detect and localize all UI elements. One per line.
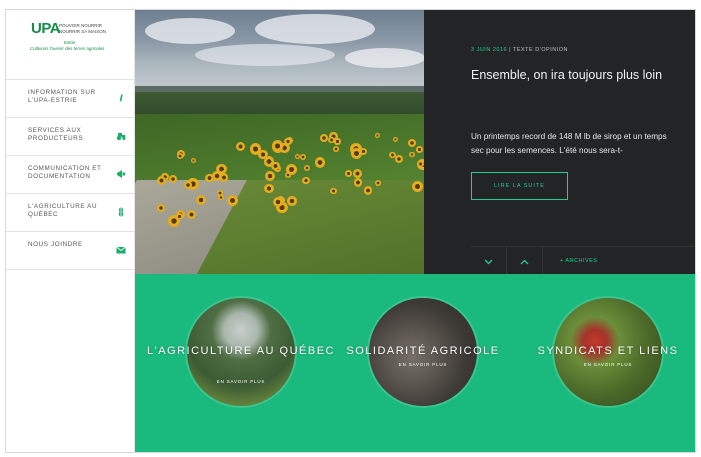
news-pager: + Archives [471, 246, 695, 275]
sunflower-head [375, 179, 382, 186]
read-more-button[interactable]: Lire la suite [471, 172, 568, 200]
sidebar: UPA POUVOIR NOURRIR NOURRIR SA MAISON Es… [6, 10, 135, 452]
megaphone-icon [116, 169, 126, 179]
logo-region: Estrie [64, 40, 76, 45]
archives-link[interactable]: + Archives [560, 247, 598, 275]
sunflower-head [417, 161, 424, 168]
sunflower-head [176, 213, 183, 220]
sidebar-item-label: Nous joindre [28, 241, 83, 248]
card-more-link[interactable]: En savoir plus [187, 379, 295, 384]
logo-mark: UPA [31, 20, 61, 37]
mail-icon [116, 245, 126, 255]
featured-links-section: L'agriculture au Québec En savoir plus S… [135, 274, 695, 452]
sidebar-item-communication[interactable]: Communication et documentation [6, 156, 134, 194]
sunflower-head [272, 196, 283, 207]
sunflower-head [265, 170, 276, 181]
card-more-link[interactable]: En savoir plus [554, 362, 662, 367]
sunflower-head [314, 157, 326, 168]
prev-news-button[interactable] [471, 247, 507, 275]
chevron-down-icon [484, 259, 493, 265]
sidebar-item-label: L'agriculture au Québec [28, 203, 98, 218]
sunflower-head [195, 195, 206, 205]
card-title: Solidarité agricole [346, 345, 500, 357]
sunflower-head [226, 194, 238, 206]
info-icon: 𝒊 [119, 93, 123, 103]
sunflower-head [302, 176, 310, 185]
sunflower-head [264, 183, 274, 194]
card-syndicats[interactable]: Syndicats et liens En savoir plus [538, 298, 677, 406]
sunflower-head [409, 152, 415, 158]
hero-cloud [345, 48, 424, 68]
sunflower-head [287, 196, 297, 207]
sunflower-head [411, 180, 423, 192]
card-more-link[interactable]: En savoir plus [369, 362, 477, 367]
sidebar-item-label: Services aux producteurs [28, 127, 84, 142]
sunflower-head [416, 146, 423, 153]
card-solidarite[interactable]: Solidarité agricole En savoir plus [346, 298, 498, 406]
sunflower-head [344, 169, 352, 177]
logo-tagline: Cultivons l'avenir des terres agricoles [30, 46, 105, 51]
sidebar-item-agriculture[interactable]: L'agriculture au Québec [6, 194, 134, 232]
chevron-up-icon [520, 259, 529, 265]
tractor-icon [116, 131, 126, 141]
sidebar-item-information[interactable]: Information sur l'UPA-Estrie 𝒊 [6, 80, 134, 118]
logo-line: NOURRIR SA MAISON [59, 28, 107, 34]
card-title: L'agriculture au Québec [147, 345, 335, 357]
logo-lines: POUVOIR NOURRIR NOURRIR SA MAISON [59, 23, 106, 34]
sunflower-head [353, 168, 362, 178]
plant-icon [116, 207, 126, 217]
sunflower-head [392, 136, 398, 143]
news-excerpt: Un printemps record de 148 M lb de sirop… [471, 132, 667, 155]
logo-line: POUVOIR NOURRIR [59, 23, 103, 28]
hero-image [135, 10, 424, 274]
sunflower-head [286, 163, 298, 175]
news-title[interactable]: Ensemble, on ira toujours plus loin [471, 68, 662, 82]
sunflower-head [329, 187, 337, 195]
sunflower-head [258, 149, 268, 160]
sidebar-item-label: Communication et documentation [28, 165, 102, 180]
hero-cloud [145, 18, 235, 44]
sunflower-head [183, 180, 192, 189]
sunflower-head [334, 138, 341, 145]
sidebar-item-contact[interactable]: Nous joindre [6, 232, 134, 270]
card-agriculture-quebec[interactable]: L'agriculture au Québec En savoir plus [147, 298, 333, 406]
sunflower-head [294, 153, 300, 160]
next-news-button[interactable] [507, 247, 543, 275]
sunflower-head [395, 154, 404, 163]
news-meta: 3 JUIN 2016 | TEXTE D'OPINION [471, 47, 568, 53]
sunflower-head [191, 157, 197, 163]
sunflower-head [217, 194, 224, 201]
page-frame: UPA POUVOIR NOURRIR NOURRIR SA MAISON Es… [5, 9, 696, 453]
sidebar-item-label: Information sur l'UPA-Estrie [28, 89, 96, 104]
upa-logo[interactable]: UPA POUVOIR NOURRIR NOURRIR SA MAISON Es… [6, 10, 134, 80]
sunflower-head [284, 137, 292, 146]
hero-cloud [255, 14, 375, 44]
sidebar-item-services[interactable]: Services aux producteurs [6, 118, 134, 156]
sunflower-head [216, 163, 227, 175]
sunflower-head [303, 164, 310, 171]
sunflower-head [235, 142, 245, 152]
news-panel: 3 JUIN 2016 | TEXTE D'OPINION Ensemble, … [424, 10, 695, 275]
news-category: TEXTE D'OPINION [512, 47, 568, 53]
card-title: Syndicats et liens [537, 345, 679, 357]
hero-cloud [195, 44, 335, 66]
news-date: 3 JUIN 2016 [471, 47, 508, 53]
